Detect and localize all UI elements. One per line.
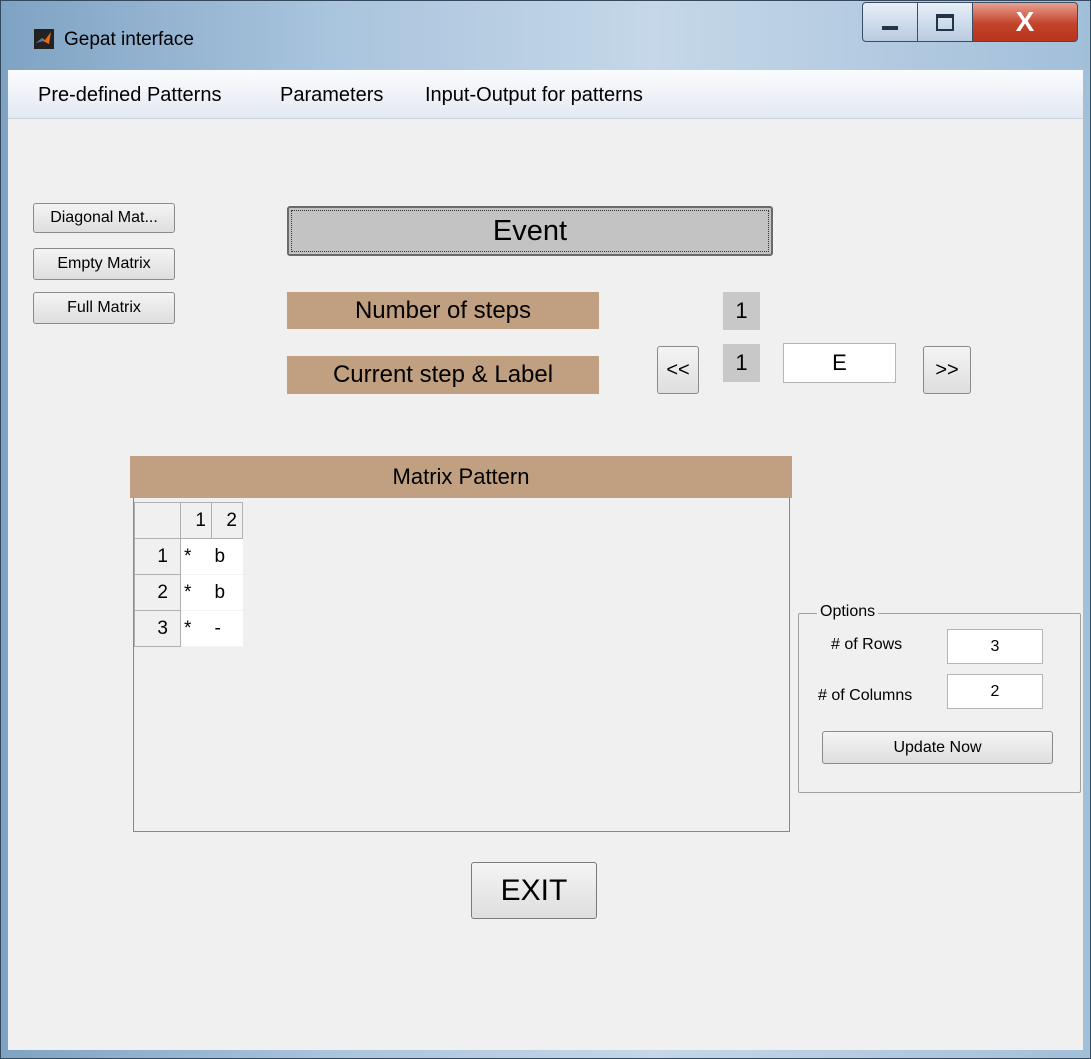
table-cell[interactable]: b	[211, 574, 243, 611]
close-icon: X	[1015, 6, 1035, 37]
maximize-button[interactable]	[917, 2, 973, 42]
matrix-table[interactable]: 1 2 1 * b 2 * b 3 * -	[134, 502, 243, 647]
table-header-row: 1 2	[134, 502, 243, 539]
previous-step-button[interactable]: <<	[657, 346, 699, 394]
table-cell[interactable]: *	[180, 574, 212, 611]
maximize-icon	[936, 13, 954, 31]
menu-input-output[interactable]: Input-Output for patterns	[425, 84, 643, 107]
row-header: 1	[134, 538, 181, 575]
column-header: 2	[211, 502, 243, 539]
event-button[interactable]: Event	[287, 206, 773, 256]
current-step-value: 1	[723, 344, 760, 382]
close-button[interactable]: X	[972, 2, 1078, 42]
step-label-input[interactable]	[783, 343, 896, 383]
current-step-label: Current step & Label	[287, 356, 599, 394]
diagonal-matrix-button[interactable]: Diagonal Mat...	[33, 203, 175, 233]
columns-label: # of Columns	[818, 687, 913, 704]
number-of-steps-value: 1	[723, 292, 760, 330]
next-step-button[interactable]: >>	[923, 346, 971, 394]
table-cell[interactable]: -	[211, 610, 243, 647]
menu-parameters[interactable]: Parameters	[280, 84, 383, 107]
matrix-pattern-title: Matrix Pattern	[130, 456, 792, 498]
minimize-button[interactable]	[862, 2, 918, 42]
full-matrix-button[interactable]: Full Matrix	[33, 292, 175, 324]
exit-button[interactable]: EXIT	[471, 862, 597, 919]
number-of-steps-label: Number of steps	[287, 292, 599, 329]
matlab-logo-icon	[34, 29, 54, 49]
rows-label: # of Rows	[831, 636, 903, 653]
table-row: 3 * -	[134, 610, 243, 647]
table-corner-cell	[134, 502, 181, 539]
table-row: 1 * b	[134, 538, 243, 575]
column-header: 1	[180, 502, 212, 539]
table-row: 2 * b	[134, 574, 243, 611]
table-cell[interactable]: *	[180, 538, 212, 575]
rows-input[interactable]	[947, 629, 1043, 664]
options-title: Options	[817, 603, 879, 621]
empty-matrix-button[interactable]: Empty Matrix	[33, 248, 175, 280]
title-bar[interactable]: Gepat interface X	[0, 0, 1091, 70]
table-cell[interactable]: b	[211, 538, 243, 575]
row-header: 3	[134, 610, 181, 647]
row-header: 2	[134, 574, 181, 611]
menu-predefined-patterns[interactable]: Pre-defined Patterns	[38, 84, 221, 107]
window-title: Gepat interface	[64, 29, 194, 50]
update-now-button[interactable]: Update Now	[822, 731, 1053, 764]
minimize-icon	[882, 26, 898, 30]
table-cell[interactable]: *	[180, 610, 212, 647]
columns-input[interactable]	[947, 674, 1043, 709]
